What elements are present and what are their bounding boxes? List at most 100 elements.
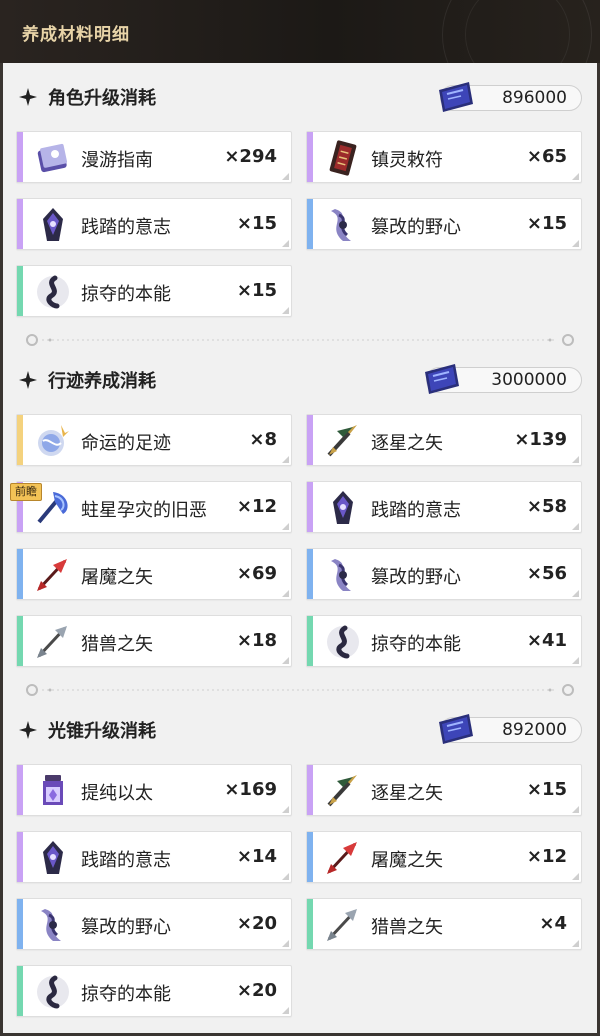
preview-badge: 前瞻 [10, 483, 42, 501]
rarity-bar [17, 199, 23, 249]
credit-chip-icon [425, 364, 459, 394]
card-corner [282, 523, 289, 530]
credit-amount: 896000 [502, 88, 567, 108]
rarity-bar [17, 415, 23, 465]
material-card[interactable]: 篡改的野心 ×20 [16, 898, 292, 950]
card-corner [282, 456, 289, 463]
rarity-bar [17, 549, 23, 599]
rarity-bar [307, 832, 313, 882]
material-name: 掠夺的本能 [81, 284, 171, 305]
twisted-crystal-icon [331, 559, 351, 591]
rarity-bar [307, 132, 313, 182]
card-corner [282, 590, 289, 597]
rarity-bar [307, 765, 313, 815]
card-corner [572, 456, 579, 463]
material-card[interactable]: 篡改的野心 ×56 [306, 548, 582, 600]
rarity-bar [17, 266, 23, 316]
material-quantity: ×12 [236, 496, 277, 517]
card-corner [572, 590, 579, 597]
material-card[interactable]: 践踏的意志 ×14 [16, 831, 292, 883]
material-name: 猎兽之矢 [371, 917, 443, 938]
material-name: 践踏的意志 [81, 850, 171, 871]
material-name: 屠魔之矢 [81, 567, 153, 588]
material-quantity: ×18 [236, 630, 277, 651]
material-name: 镇灵敕符 [371, 150, 443, 171]
material-quantity: ×4 [539, 913, 567, 934]
material-card[interactable]: 屠魔之矢 ×12 [306, 831, 582, 883]
material-quantity: ×294 [224, 146, 277, 167]
material-card[interactable]: 践踏的意志 ×15 [16, 198, 292, 250]
card-corner [282, 240, 289, 247]
material-quantity: ×56 [526, 563, 567, 584]
material-name: 篡改的野心 [371, 217, 461, 238]
material-name: 漫游指南 [81, 150, 153, 171]
material-card[interactable]: 猎兽之矢 ×18 [16, 615, 292, 667]
material-name: 屠魔之矢 [371, 850, 443, 871]
rarity-bar [307, 899, 313, 949]
credit-amount: 3000000 [491, 370, 567, 390]
credit-chip-icon [439, 82, 473, 112]
dark-crystal-icon [333, 491, 353, 524]
material-quantity: ×14 [236, 846, 277, 867]
golden-arrow-icon [327, 425, 357, 457]
twisted-crystal-icon [331, 209, 351, 241]
section-header-character-level: 角色升级消耗 [18, 82, 156, 112]
material-quantity: ×58 [526, 496, 567, 517]
section-divider [26, 334, 574, 346]
swirl-icon [327, 625, 359, 659]
silver-arrow-icon [37, 626, 67, 658]
credit-cost: 892000 [439, 714, 582, 744]
material-card[interactable]: 命运的足迹 ×8 [16, 414, 292, 466]
rarity-bar [307, 199, 313, 249]
red-arrow-icon [327, 842, 357, 874]
material-name: 篡改的野心 [371, 567, 461, 588]
material-quantity: ×15 [526, 779, 567, 800]
material-name: 蛀星孕灾的旧恶 [81, 500, 207, 521]
material-card[interactable]: 篡改的野心 ×15 [306, 198, 582, 250]
red-arrow-icon [37, 559, 67, 591]
section-title: 行迹养成消耗 [48, 371, 156, 392]
material-card[interactable]: 逐星之矢 ×15 [306, 764, 582, 816]
credit-cost: 3000000 [425, 364, 582, 394]
section-title: 角色升级消耗 [48, 88, 156, 109]
card-corner [572, 806, 579, 813]
card-corner [572, 240, 579, 247]
ether-vial-icon [43, 775, 63, 805]
card-corner [282, 173, 289, 180]
material-name: 掠夺的本能 [81, 984, 171, 1005]
material-card[interactable]: 镇灵敕符 ×65 [306, 131, 582, 183]
material-card[interactable]: 蛀星孕灾的旧恶 ×12 [16, 481, 292, 533]
material-quantity: ×65 [526, 146, 567, 167]
material-card[interactable]: 掠夺的本能 ×20 [16, 965, 292, 1017]
twisted-crystal-icon [41, 909, 61, 941]
material-card[interactable]: 屠魔之矢 ×69 [16, 548, 292, 600]
material-quantity: ×69 [236, 563, 277, 584]
material-name: 掠夺的本能 [371, 634, 461, 655]
credit-amount: 892000 [502, 720, 567, 740]
material-quantity: ×41 [526, 630, 567, 651]
material-card[interactable]: 漫游指南 ×294 [16, 131, 292, 183]
section-header-light-cone: 光锥升级消耗 [18, 715, 156, 745]
book-icon [37, 143, 68, 173]
rarity-bar [17, 765, 23, 815]
material-card[interactable]: 践踏的意志 ×58 [306, 481, 582, 533]
card-corner [282, 806, 289, 813]
material-quantity: ×20 [236, 913, 277, 934]
golden-arrow-icon [327, 775, 357, 807]
material-card[interactable]: 掠夺的本能 ×41 [306, 615, 582, 667]
material-quantity: ×12 [526, 846, 567, 867]
card-corner [282, 657, 289, 664]
material-quantity: ×8 [249, 429, 277, 450]
rarity-bar [307, 549, 313, 599]
material-card[interactable]: 猎兽之矢 ×4 [306, 898, 582, 950]
rarity-bar [17, 966, 23, 1016]
section-title: 光锥升级消耗 [48, 721, 156, 742]
card-corner [572, 173, 579, 180]
material-card[interactable]: 提纯以太 ×169 [16, 764, 292, 816]
material-card[interactable]: 掠夺的本能 ×15 [16, 265, 292, 317]
material-quantity: ×169 [224, 779, 277, 800]
material-card[interactable]: 逐星之矢 ×139 [306, 414, 582, 466]
sparkle-icon [19, 371, 37, 389]
material-quantity: ×15 [236, 280, 277, 301]
section-header-traces: 行迹养成消耗 [18, 365, 156, 395]
